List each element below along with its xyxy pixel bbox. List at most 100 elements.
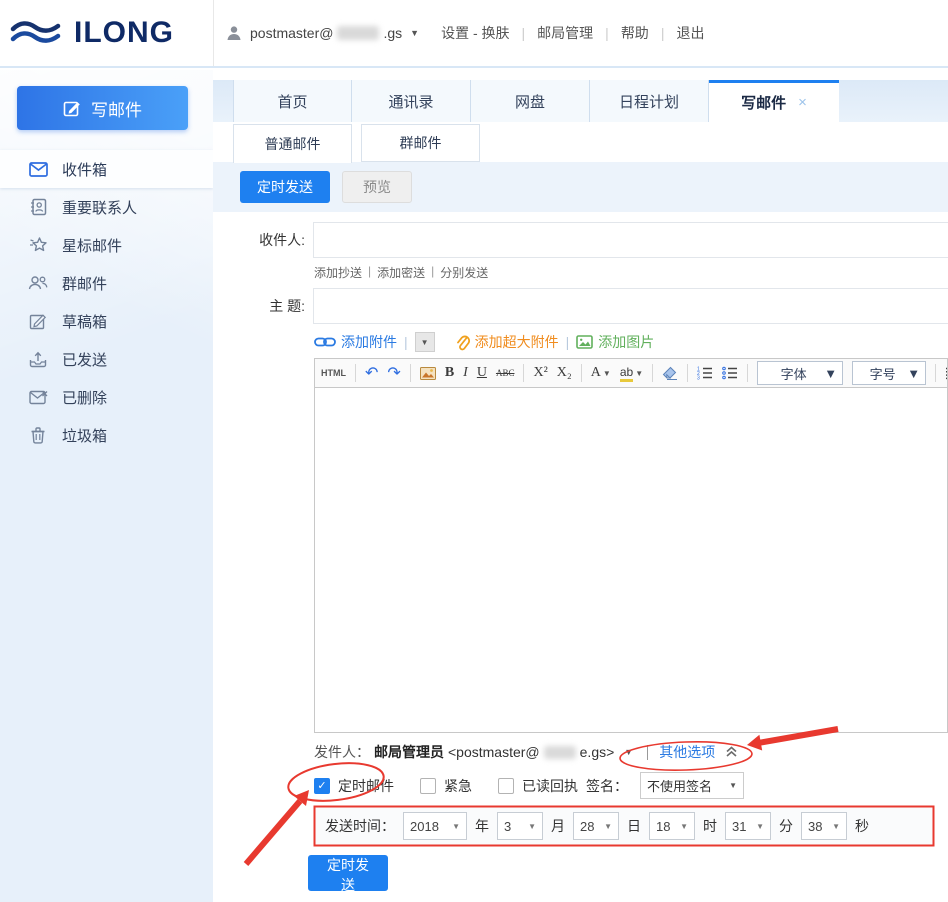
- redo-icon[interactable]: ↷: [387, 363, 400, 383]
- urgent-checkbox[interactable]: [420, 778, 436, 794]
- link-separator: |: [368, 264, 371, 281]
- signature-select[interactable]: 不使用签名 ▼: [640, 772, 744, 799]
- schedule-send-button-top[interactable]: 定时发送: [240, 171, 330, 203]
- tab-netdisk[interactable]: 网盘: [471, 80, 590, 122]
- sidebar: 写邮件 收件箱 重要联系人: [0, 70, 213, 902]
- from-row: 发件人： 邮局管理员 <postmaster@ e.gs> ▼ 其他选项: [314, 742, 738, 762]
- highlight-button[interactable]: ab ▼: [620, 365, 643, 382]
- bold-button[interactable]: B: [445, 365, 454, 381]
- sidebar-item-inbox[interactable]: 收件箱: [0, 150, 213, 188]
- user-email[interactable]: postmaster@ .gs: [250, 25, 402, 41]
- subtab-normal-mail[interactable]: 普通邮件: [233, 124, 352, 163]
- sidebar-item-group-mail[interactable]: 群邮件: [0, 264, 213, 302]
- menu-help[interactable]: 帮助: [621, 23, 649, 43]
- header: ILONG postmaster@ .gs ▼ 设置 - 换肤 | 邮局管理 |…: [0, 0, 948, 68]
- sidebar-item-trash[interactable]: 垃圾箱: [0, 416, 213, 454]
- scheduled-mail-label: 定时邮件: [338, 776, 394, 796]
- sidebar-item-starred[interactable]: 星标邮件: [0, 226, 213, 264]
- header-user-bar: postmaster@ .gs ▼ 设置 - 换肤 | 邮局管理 | 帮助 | …: [213, 0, 948, 66]
- tab-compose[interactable]: 写邮件 ×: [709, 80, 839, 122]
- minute-unit: 分: [779, 816, 793, 836]
- inbox-icon: [28, 159, 48, 179]
- sidebar-item-important-contacts[interactable]: 重要联系人: [0, 188, 213, 226]
- signature-label: 签名：: [586, 776, 628, 796]
- menu-separator: |: [522, 25, 526, 41]
- font-family-select[interactable]: 字体 ▼: [757, 361, 843, 385]
- italic-button[interactable]: I: [463, 365, 468, 381]
- email-blur: [544, 746, 576, 759]
- menu-separator: |: [661, 25, 665, 41]
- deleted-mail-icon: [28, 387, 48, 407]
- add-bcc-link[interactable]: 添加密送: [377, 264, 425, 281]
- add-large-attachment-link[interactable]: 添加超大附件: [455, 332, 559, 352]
- chain-icon: [314, 336, 336, 348]
- hour-select[interactable]: 18▼: [649, 812, 695, 840]
- paperclip-icon: [455, 334, 470, 351]
- hour-unit: 时: [703, 816, 717, 836]
- compose-subtabs: 普通邮件 群邮件: [233, 124, 480, 163]
- add-image-link[interactable]: 添加图片: [576, 332, 654, 352]
- menu-settings-skin[interactable]: 设置 - 换肤: [441, 23, 509, 43]
- user-dropdown-caret-icon[interactable]: ▼: [410, 28, 419, 38]
- main-tabbar: 首页 通讯录 网盘 日程计划 写邮件 ×: [213, 80, 948, 122]
- preview-button[interactable]: 预览: [342, 171, 412, 203]
- eraser-icon[interactable]: [662, 366, 678, 380]
- insert-image-icon[interactable]: [420, 367, 436, 380]
- cc-bcc-links: 添加抄送 | 添加密送 | 分别发送: [314, 264, 488, 281]
- collapse-chevron-icon[interactable]: [725, 746, 738, 758]
- sidebar-item-drafts[interactable]: 草稿箱: [0, 302, 213, 340]
- font-size-select[interactable]: 字号 ▼: [852, 361, 926, 385]
- menu-post-admin[interactable]: 邮局管理: [537, 23, 593, 43]
- subtab-group-mail[interactable]: 群邮件: [361, 124, 480, 162]
- tab-home[interactable]: 首页: [233, 80, 352, 122]
- bullet-list-icon[interactable]: [722, 366, 738, 380]
- tab-close-icon[interactable]: ×: [798, 94, 807, 111]
- minute-select[interactable]: 31▼: [725, 812, 771, 840]
- year-select[interactable]: 2018▼: [403, 812, 467, 840]
- attachment-row: 添加附件 | ▼ 添加超大附件 | 添加图片: [314, 330, 654, 354]
- divider: [647, 745, 648, 760]
- attachment-dropdown-button[interactable]: ▼: [415, 332, 435, 352]
- second-select[interactable]: 38▼: [801, 812, 847, 840]
- compose-button[interactable]: 写邮件: [17, 86, 188, 130]
- subject-label: 主 题:: [213, 296, 305, 316]
- compose-pencil-icon: [63, 99, 82, 118]
- check-icon: ✓: [317, 779, 326, 792]
- menu-logout[interactable]: 退出: [676, 23, 704, 43]
- star-icon: [28, 235, 48, 255]
- attach-separator: |: [566, 334, 570, 350]
- tab-schedule[interactable]: 日程计划: [590, 80, 709, 122]
- draft-icon: [28, 311, 48, 331]
- tab-contacts[interactable]: 通讯录: [352, 80, 471, 122]
- month-select[interactable]: 3▼: [497, 812, 543, 840]
- strikethrough-button[interactable]: ABC: [496, 368, 515, 378]
- add-attachment-link[interactable]: 添加附件: [314, 332, 397, 352]
- undo-icon[interactable]: ↶: [365, 363, 378, 383]
- user-icon: [226, 25, 242, 41]
- other-options-link[interactable]: 其他选项: [659, 742, 715, 762]
- font-color-button[interactable]: A ▼: [591, 365, 611, 381]
- editor-body[interactable]: [314, 388, 948, 733]
- contacts-icon: [28, 197, 48, 217]
- scheduled-mail-checkbox[interactable]: ✓: [314, 778, 330, 794]
- subject-input[interactable]: [313, 288, 948, 324]
- from-dropdown-caret-icon[interactable]: ▼: [624, 747, 633, 757]
- underline-button[interactable]: U: [477, 365, 487, 381]
- sidebar-item-deleted[interactable]: 已删除: [0, 378, 213, 416]
- ordered-list-icon[interactable]: 1 2 3: [697, 366, 713, 380]
- link-separator: |: [431, 264, 434, 281]
- logo: ILONG: [0, 0, 213, 66]
- sidebar-menu: 收件箱 重要联系人 星标邮件: [0, 150, 213, 454]
- recipient-input[interactable]: [313, 222, 948, 258]
- superscript-button[interactable]: X²: [533, 365, 547, 381]
- sidebar-item-sent[interactable]: 已发送: [0, 340, 213, 378]
- schedule-send-button-bottom[interactable]: 定时发送: [308, 855, 388, 891]
- year-unit: 年: [475, 816, 489, 836]
- subscript-button[interactable]: X₂: [557, 365, 572, 381]
- recipient-label: 收件人:: [213, 230, 305, 250]
- add-cc-link[interactable]: 添加抄送: [314, 264, 362, 281]
- read-receipt-checkbox[interactable]: [498, 778, 514, 794]
- send-separately-link[interactable]: 分别发送: [440, 264, 488, 281]
- day-select[interactable]: 28▼: [573, 812, 619, 840]
- html-source-button[interactable]: HTML: [321, 368, 346, 378]
